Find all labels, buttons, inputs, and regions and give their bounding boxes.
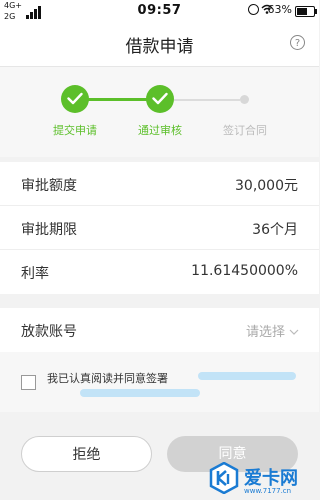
term-label: 审批期限 xyxy=(21,222,77,238)
agreement-text: 我已认真阅读并同意签署 xyxy=(47,372,168,385)
app-header: 借款申请 ? xyxy=(0,22,319,67)
detail-row-amount: 审批额度 30,000元 xyxy=(0,162,319,206)
watermark-logo: 爱卡网 www.7177.cn xyxy=(200,458,319,500)
redacted-link-1[interactable] xyxy=(198,372,296,380)
step-3-label: 签订合同 xyxy=(223,124,267,137)
step-1-label: 提交申请 xyxy=(53,124,97,137)
status-icons: 63% xyxy=(235,3,317,19)
rate-value: 11.61450000% xyxy=(191,263,298,279)
account-label: 放款账号 xyxy=(21,324,77,340)
agreement-section: 我已认真阅读并同意签署 xyxy=(0,352,319,412)
loan-details-card: 审批额度 30,000元 审批期限 36个月 利率 11.61450000% xyxy=(0,162,319,294)
chevron-down-icon xyxy=(289,329,299,335)
amount-value: 30,000元 xyxy=(235,178,298,194)
detail-row-term: 审批期限 36个月 xyxy=(0,206,319,250)
watermark-url: www.7177.cn xyxy=(244,487,292,495)
amount-label: 审批额度 xyxy=(21,178,77,194)
rate-label: 利率 xyxy=(21,266,49,282)
alarm-icon xyxy=(248,4,259,15)
brand-logo-icon xyxy=(209,462,239,494)
detail-row-rate: 利率 11.61450000% xyxy=(0,250,319,294)
redacted-link-2[interactable] xyxy=(80,389,200,397)
account-placeholder: 请选择 xyxy=(245,325,285,340)
reject-button[interactable]: 拒绝 xyxy=(21,436,152,472)
account-select[interactable]: 请选择 xyxy=(246,321,299,340)
progress-stepper: 提交申请 通过审核 签订合同 xyxy=(0,67,319,157)
status-bar: 4G+ 2G 09:57 63% xyxy=(0,0,319,22)
agreement-checkbox[interactable] xyxy=(21,375,36,390)
page-title: 借款申请 xyxy=(125,37,194,57)
step-2-check-icon xyxy=(146,85,174,113)
battery-icon xyxy=(295,6,317,17)
step-connector-2 xyxy=(174,99,240,101)
step-3-dot-icon xyxy=(240,95,249,104)
step-1-check-icon xyxy=(61,85,89,113)
step-2-label: 通过审核 xyxy=(138,124,182,137)
help-icon[interactable]: ? xyxy=(290,35,305,50)
battery-percentage: 63% xyxy=(267,3,292,16)
account-select-row[interactable]: 放款账号 请选择 xyxy=(0,308,319,352)
step-connector-1 xyxy=(88,98,148,101)
term-value: 36个月 xyxy=(252,222,298,238)
